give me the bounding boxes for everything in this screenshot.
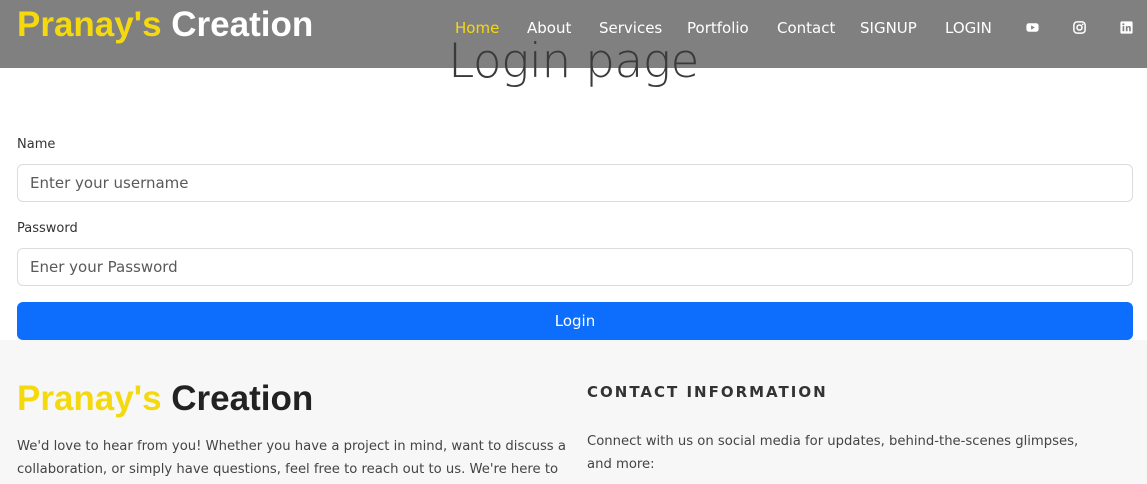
page: Pranay's Creation Home About Services Po… xyxy=(0,0,1147,484)
footer-brand-first-word: Pranay's xyxy=(17,379,162,418)
linkedin-icon[interactable] xyxy=(1119,20,1134,35)
footer: Pranay's Creation We'd love to hear from… xyxy=(0,340,1147,484)
password-input[interactable] xyxy=(17,248,1133,286)
password-label: Password xyxy=(17,221,78,236)
nav-login-link[interactable]: LOGIN xyxy=(945,18,992,38)
contact-text: Connect with us on social media for upda… xyxy=(587,434,1079,472)
name-label: Name xyxy=(17,137,56,152)
youtube-icon[interactable] xyxy=(1025,20,1040,35)
username-input[interactable] xyxy=(17,164,1133,202)
page-title: Login page xyxy=(448,34,699,89)
nav-signup-link[interactable]: SIGNUP xyxy=(860,18,917,38)
nav-contact-link[interactable]: Contact xyxy=(777,18,835,38)
contact-heading: CONTACT INFORMATION xyxy=(587,383,828,401)
instagram-icon[interactable] xyxy=(1072,20,1087,35)
login-button[interactable]: Login xyxy=(17,302,1133,340)
footer-brand: Pranay's Creation xyxy=(17,377,313,421)
footer-brand-second-word: Creation xyxy=(171,379,314,418)
footer-about-text: We'd love to hear from you! Whether you … xyxy=(17,439,566,477)
